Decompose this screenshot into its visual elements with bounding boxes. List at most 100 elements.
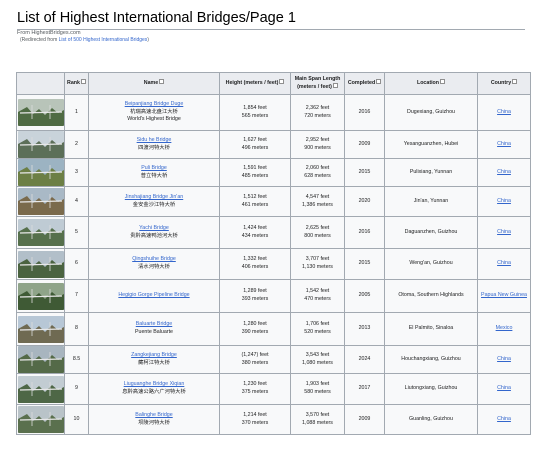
sort-icon[interactable]	[80, 79, 86, 85]
bridge-photo-icon	[18, 188, 64, 215]
name-cell: Hegigio Gorge Pipeline Bridge	[88, 279, 220, 313]
bridge-name-link[interactable]: Beipanjiang Bridge Duge	[90, 101, 218, 109]
sort-icon[interactable]	[440, 79, 446, 85]
bridge-name-link[interactable]: Baluarte Bridge	[90, 321, 218, 329]
bridge-name-link[interactable]: Qingshuihe Bridge	[90, 256, 218, 264]
country-link[interactable]: China	[479, 141, 529, 149]
redirect-suffix: )	[147, 37, 149, 43]
table-header-row: Rank Name Height (meters / feet) Main Sp…	[16, 72, 531, 95]
location-cell: Weng'an, Guizhou	[384, 248, 478, 280]
bridge-name-link[interactable]: Liuguanghe Bridge Xiqian	[90, 381, 218, 389]
country-link[interactable]: China	[479, 198, 529, 206]
span-cell: 3,570 feet 1,088 meters	[290, 404, 345, 435]
bridge-name-link[interactable]: Sidu he Bridge	[90, 137, 218, 145]
span-meters: 470 meters	[304, 296, 331, 302]
location-cell: Liutongxiang, Guizhou	[384, 373, 478, 405]
name-cell: Beipanjiang Bridge Duge 杭瑞高速北盘江大桥 World's …	[88, 94, 220, 131]
country-link[interactable]: China	[479, 109, 529, 117]
height-meters: 434 meters	[241, 232, 269, 239]
bridge-local-name: 金安金沙江特大桥	[132, 201, 176, 208]
header-completed[interactable]: Completed	[344, 72, 385, 95]
country-link[interactable]: China	[479, 356, 529, 364]
height-feet: 1,591 feet	[243, 164, 267, 171]
height-cell: (1,247) feet 380 meters	[219, 345, 291, 374]
bridge-name-link[interactable]: Puli Bridge	[90, 165, 218, 173]
span-cell: 2,362 feet 720 meters	[290, 94, 345, 131]
rank-cell: 1	[64, 94, 89, 131]
country-link[interactable]: China	[479, 385, 529, 393]
sort-icon[interactable]	[512, 79, 518, 85]
completed-cell: 2009	[344, 130, 385, 159]
header-rank[interactable]: Rank	[64, 72, 89, 95]
bridge-thumbnail[interactable]	[18, 188, 64, 215]
span-cell: 3,543 feet 1,080 meters	[290, 345, 345, 374]
table-row: 10 Balinghe Bridge 坝陵河特大桥 1,214 feet 370 met…	[16, 404, 531, 435]
bridge-thumbnail[interactable]	[18, 159, 64, 186]
country-link[interactable]: Mexico	[479, 325, 529, 333]
sort-icon[interactable]	[159, 79, 165, 85]
span-feet: 3,707 feet	[305, 256, 330, 263]
bridge-photo-icon	[18, 159, 64, 186]
table-row: 9 Liuguanghe Bridge Xiqian 息黔高速公路六广河特大桥 1,2…	[16, 373, 531, 405]
name-cell: Jinshajiang Bridge Jin'an 金安金沙江特大桥	[88, 186, 220, 217]
sort-icon[interactable]	[376, 79, 382, 85]
bridges-table: Rank Name Height (meters / feet) Main Sp…	[16, 72, 531, 435]
country-link[interactable]: China	[479, 169, 529, 177]
completed-cell: 2016	[344, 94, 385, 131]
name-cell: Sidu he Bridge 四渡河特大桥	[88, 130, 220, 159]
country-cell: China	[477, 94, 531, 131]
location-cell: Pulixiang, Yunnan	[384, 158, 478, 187]
table-row: 2 Sidu he Bridge 四渡河特大桥 1,627 feet 496 meter…	[16, 130, 531, 159]
table-row: 3 Puli Bridge 普立特大桥 1,591 feet 485 meters 2,0…	[16, 158, 531, 187]
header-location-label: Location	[416, 79, 440, 86]
bridge-thumbnail[interactable]	[18, 131, 64, 158]
header-location[interactable]: Location	[384, 72, 478, 95]
bridge-note: World's Highest Bridge	[127, 116, 181, 123]
height-feet: 1,627 feet	[243, 136, 267, 143]
redirect-notice: (Redirected from List of 500 Highest Int…	[20, 37, 149, 43]
height-feet: 1,289 feet	[243, 288, 267, 295]
rank-cell: 6	[64, 248, 89, 280]
span-cell: 3,707 feet 1,130 meters	[290, 248, 345, 280]
redirect-prefix: (Redirected from	[20, 37, 59, 43]
rank-cell: 9	[64, 373, 89, 405]
height-cell: 1,230 feet 375 meters	[219, 373, 291, 405]
height-meters: 406 meters	[241, 264, 269, 270]
height-meters: 375 meters	[241, 389, 269, 395]
header-country[interactable]: Country	[477, 72, 531, 95]
table-row: 4 Jinshajiang Bridge Jin'an 金安金沙江特大桥 1,512 …	[16, 186, 531, 217]
bridge-thumbnail[interactable]	[18, 99, 64, 126]
bridge-name-link[interactable]: Jinshajiang Bridge Jin'an	[90, 194, 218, 202]
country-link[interactable]: China	[479, 260, 529, 268]
bridge-thumbnail[interactable]	[18, 375, 64, 403]
height-cell: 1,332 feet 406 meters	[219, 248, 291, 280]
height-feet: 1,854 feet	[243, 104, 267, 111]
header-name[interactable]: Name	[88, 72, 220, 95]
height-meters: 565 meters	[241, 112, 269, 119]
span-cell: 2,060 feet 628 meters	[290, 158, 345, 187]
sort-icon[interactable]	[279, 79, 285, 85]
image-cell	[16, 186, 65, 217]
location-cell: Jin'an, Yunnan	[384, 186, 478, 217]
country-link[interactable]: China	[479, 416, 529, 424]
country-link[interactable]: China	[479, 229, 529, 237]
height-cell: 1,289 feet 393 meters	[219, 279, 291, 313]
table-row: 5 Yachi Bridge 贵黔高速鸭池河大桥 1,424 feet 434 mete…	[16, 216, 531, 249]
bridge-thumbnail[interactable]	[18, 219, 64, 246]
sort-icon[interactable]	[332, 83, 338, 89]
bridge-name-link[interactable]: Zangkejiang Bridge	[90, 352, 218, 360]
redirect-source-link[interactable]: List of 500 Highest International Bridge…	[59, 37, 148, 43]
country-cell: China	[477, 158, 531, 187]
table-row: 6 Qingshuihe Bridge 清水河特大桥 1,332 feet 406 me…	[16, 248, 531, 280]
bridge-thumbnail[interactable]	[18, 282, 64, 310]
bridge-thumbnail[interactable]	[18, 250, 64, 278]
bridge-thumbnail[interactable]	[18, 406, 64, 433]
bridge-thumbnail[interactable]	[18, 346, 64, 373]
bridge-thumbnail[interactable]	[18, 315, 64, 343]
bridge-name-link[interactable]: Yachi Bridge	[90, 225, 218, 233]
country-link[interactable]: Papua New Guinea	[479, 292, 529, 300]
header-span[interactable]: Main Span Length (meters / feet)	[290, 72, 345, 95]
header-height[interactable]: Height (meters / feet)	[219, 72, 291, 95]
bridge-name-link[interactable]: Balinghe Bridge	[90, 412, 218, 420]
bridge-name-link[interactable]: Hegigio Gorge Pipeline Bridge	[90, 292, 218, 300]
